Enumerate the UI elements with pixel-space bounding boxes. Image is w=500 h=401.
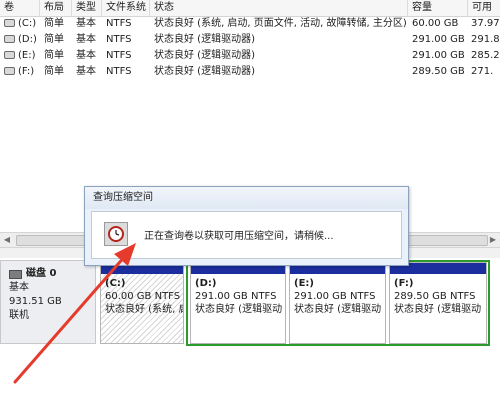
annotation-arrow-icon [13,243,136,384]
